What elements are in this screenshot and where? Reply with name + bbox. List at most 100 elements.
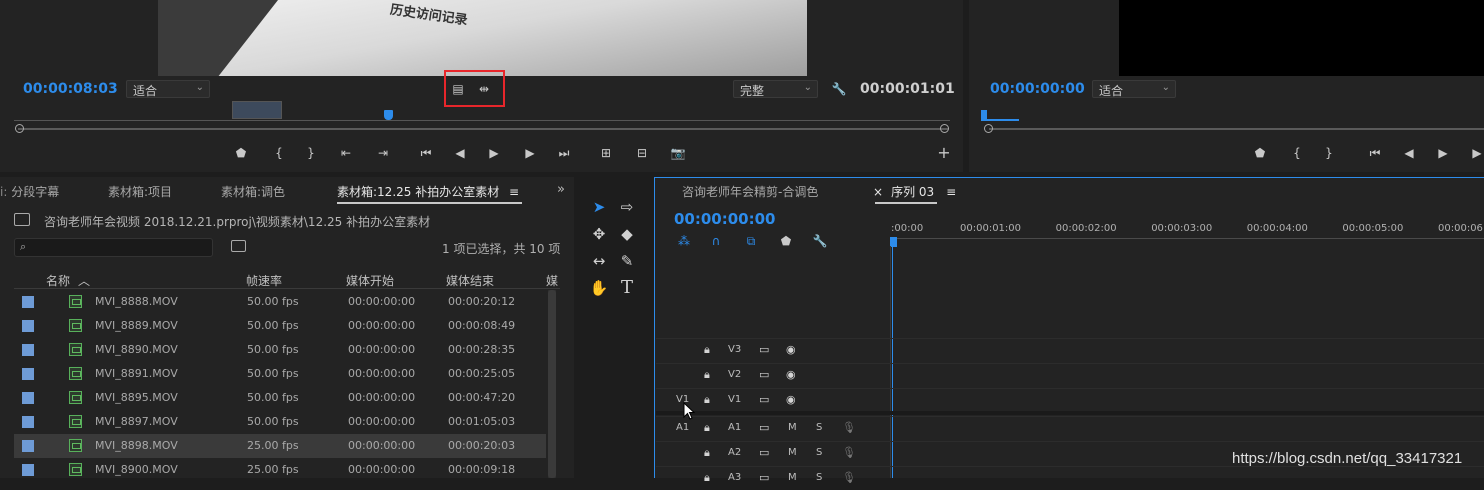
source-patch[interactable]: A1 bbox=[676, 422, 689, 433]
wrench-icon[interactable]: 🔧 bbox=[831, 81, 847, 97]
table-row[interactable]: MVI_8897.MOV 50.00 fps 00:00:00:00 00:01:05… bbox=[14, 410, 546, 434]
column-media-end[interactable]: 媒体结束 bbox=[446, 272, 494, 289]
mark-out-icon[interactable]: } bbox=[1321, 145, 1337, 161]
eye-icon[interactable]: ◉ bbox=[786, 393, 796, 406]
tab-sequence-03[interactable]: × 序列 03 ≡ bbox=[873, 183, 956, 200]
table-row[interactable]: MVI_8888.MOV 50.00 fps 00:00:00:00 00:00:20… bbox=[14, 290, 546, 314]
track-header[interactable]: 🔒︎ V2 ▭ ◉ bbox=[656, 363, 890, 387]
go-to-out-icon[interactable]: ⇥ bbox=[375, 145, 391, 161]
tab-bin-project[interactable]: 素材箱:项目 bbox=[108, 183, 172, 200]
panel-menu-icon[interactable]: ≡ bbox=[946, 185, 956, 199]
timeline-settings-icon[interactable]: 🔧 bbox=[812, 233, 828, 249]
label-color-swatch[interactable] bbox=[22, 320, 34, 332]
table-row[interactable]: MVI_8889.MOV 50.00 fps 00:00:00:00 00:00:08… bbox=[14, 314, 546, 338]
program-fit-select[interactable]: 适合 ⌄ bbox=[1092, 80, 1176, 98]
track-select-tool-icon[interactable]: ⇨ bbox=[616, 196, 638, 218]
lock-icon[interactable]: 🔒︎ bbox=[704, 421, 710, 435]
step-back-icon[interactable]: ◀ bbox=[1401, 145, 1417, 161]
razor-tool-icon[interactable]: ◆ bbox=[616, 223, 638, 245]
panel-menu-icon[interactable]: ≡ bbox=[509, 185, 519, 199]
mark-in-icon[interactable]: { bbox=[1289, 145, 1305, 161]
pen-tool-icon[interactable]: ✎ bbox=[616, 250, 638, 272]
column-name[interactable]: 名称 ︿ bbox=[46, 272, 90, 289]
solo-button[interactable]: S bbox=[816, 422, 822, 433]
insert-icon[interactable]: ⊞ bbox=[598, 145, 614, 161]
sync-lock-icon[interactable]: ▭ bbox=[759, 446, 769, 459]
hand-tool-icon[interactable]: ✋ bbox=[588, 277, 610, 299]
source-fit-select[interactable]: 适合 ⌄ bbox=[126, 80, 210, 98]
step-forward-edit-icon[interactable]: ⏭ bbox=[556, 145, 572, 161]
tab-bin-color[interactable]: 素材箱:调色 bbox=[221, 183, 285, 200]
mute-button[interactable]: M bbox=[788, 447, 797, 458]
step-forward-icon[interactable]: ▶ bbox=[522, 145, 538, 161]
lock-icon[interactable]: 🔒︎ bbox=[704, 393, 710, 407]
eye-icon[interactable]: ◉ bbox=[786, 368, 796, 381]
mute-button[interactable]: M bbox=[788, 422, 797, 433]
slip-tool-icon[interactable]: ↔ bbox=[588, 250, 610, 272]
label-color-swatch[interactable] bbox=[22, 392, 34, 404]
microphone-icon[interactable]: 🎙︎ bbox=[842, 421, 856, 434]
tab-captions[interactable]: i: 分段字幕 bbox=[0, 183, 59, 200]
label-color-swatch[interactable] bbox=[22, 296, 34, 308]
source-playhead[interactable] bbox=[384, 110, 393, 120]
marker-icon[interactable]: ⬟ bbox=[1252, 145, 1268, 161]
step-back-edit-icon[interactable]: ⏮ bbox=[1367, 145, 1383, 161]
mark-in-icon[interactable]: { bbox=[271, 145, 287, 161]
quality-select[interactable]: 完整 ⌄ bbox=[733, 80, 818, 98]
marker-icon[interactable]: ⬟ bbox=[233, 145, 249, 161]
column-framerate[interactable]: 帧速率 bbox=[246, 272, 282, 289]
overwrite-icon[interactable]: ⊟ bbox=[634, 145, 650, 161]
sync-lock-icon[interactable]: ▭ bbox=[759, 343, 769, 356]
more-tabs-icon[interactable]: » bbox=[557, 182, 565, 197]
selection-tool-icon[interactable]: ➤ bbox=[588, 196, 610, 218]
lock-icon[interactable]: 🔒︎ bbox=[704, 343, 710, 357]
track-lane[interactable] bbox=[890, 363, 1484, 387]
track-header[interactable]: 🔒︎ V3 ▭ ◉ bbox=[656, 338, 890, 362]
program-scrollbar[interactable] bbox=[989, 128, 1484, 130]
label-color-swatch[interactable] bbox=[22, 344, 34, 356]
folder-up-icon[interactable] bbox=[14, 213, 30, 226]
tab-bin-office[interactable]: 素材箱:12.25 补拍办公室素材 ≡ bbox=[337, 183, 519, 200]
sync-lock-icon[interactable]: ▭ bbox=[759, 421, 769, 434]
scroll-handle-left[interactable] bbox=[984, 124, 993, 133]
lock-icon[interactable]: 🔒︎ bbox=[704, 471, 710, 485]
track-header[interactable]: 🔒︎ A2 ▭ M S 🎙︎ bbox=[656, 441, 890, 465]
table-row[interactable]: MVI_8900.MOV 25.00 fps 00:00:00:00 00:00:09… bbox=[14, 458, 546, 482]
track-lane[interactable] bbox=[890, 338, 1484, 362]
step-back-icon[interactable]: ◀ bbox=[452, 145, 468, 161]
search-input[interactable]: ⌕ bbox=[14, 238, 213, 257]
track-lane[interactable] bbox=[890, 416, 1484, 440]
column-media-start[interactable]: 媒体开始 bbox=[346, 272, 394, 289]
linked-selection-icon[interactable]: ⧉ bbox=[743, 233, 759, 249]
track-header[interactable]: 🔒︎ A3 ▭ M S 🎙︎ bbox=[656, 466, 890, 490]
source-scrollbar[interactable] bbox=[18, 128, 948, 130]
eye-icon[interactable]: ◉ bbox=[786, 343, 796, 356]
scroll-handle-right[interactable] bbox=[940, 124, 949, 133]
tab-sequence-main[interactable]: 咨询老师年会精剪-合调色 bbox=[682, 183, 818, 200]
label-color-swatch[interactable] bbox=[22, 416, 34, 428]
play-icon[interactable]: ▶ bbox=[1435, 145, 1451, 161]
scroll-handle-left[interactable] bbox=[15, 124, 24, 133]
table-row[interactable]: MVI_8898.MOV 25.00 fps 00:00:00:00 00:00:20… bbox=[14, 434, 546, 458]
track-lane[interactable] bbox=[890, 466, 1484, 490]
program-timecode[interactable]: 00:00:00:00 bbox=[990, 81, 1085, 97]
source-timecode[interactable]: 00:00:08:03 bbox=[23, 81, 118, 97]
label-color-swatch[interactable] bbox=[22, 368, 34, 380]
close-icon[interactable]: × bbox=[873, 185, 883, 199]
table-row[interactable]: MVI_8890.MOV 50.00 fps 00:00:00:00 00:00:28… bbox=[14, 338, 546, 362]
lock-icon[interactable]: 🔒︎ bbox=[704, 368, 710, 382]
column-media-more[interactable]: 媒 bbox=[546, 272, 558, 289]
track-lane[interactable] bbox=[890, 388, 1484, 412]
drag-audio-only-icon[interactable]: ⇹ bbox=[476, 81, 492, 97]
label-color-swatch[interactable] bbox=[22, 464, 34, 476]
sync-lock-icon[interactable]: ▭ bbox=[759, 393, 769, 406]
ripple-edit-tool-icon[interactable]: ✥ bbox=[588, 223, 610, 245]
new-search-bin-icon[interactable] bbox=[231, 240, 246, 252]
drag-video-only-icon[interactable]: ▤ bbox=[450, 81, 466, 97]
list-scrollbar[interactable] bbox=[548, 290, 556, 478]
nest-sequences-icon[interactable]: ⁂ bbox=[676, 233, 692, 249]
solo-button[interactable]: S bbox=[816, 447, 822, 458]
snap-icon[interactable]: ∩ bbox=[708, 233, 724, 249]
step-forward-icon[interactable]: ▶ bbox=[1469, 145, 1484, 161]
go-to-in-icon[interactable]: ⇤ bbox=[338, 145, 354, 161]
